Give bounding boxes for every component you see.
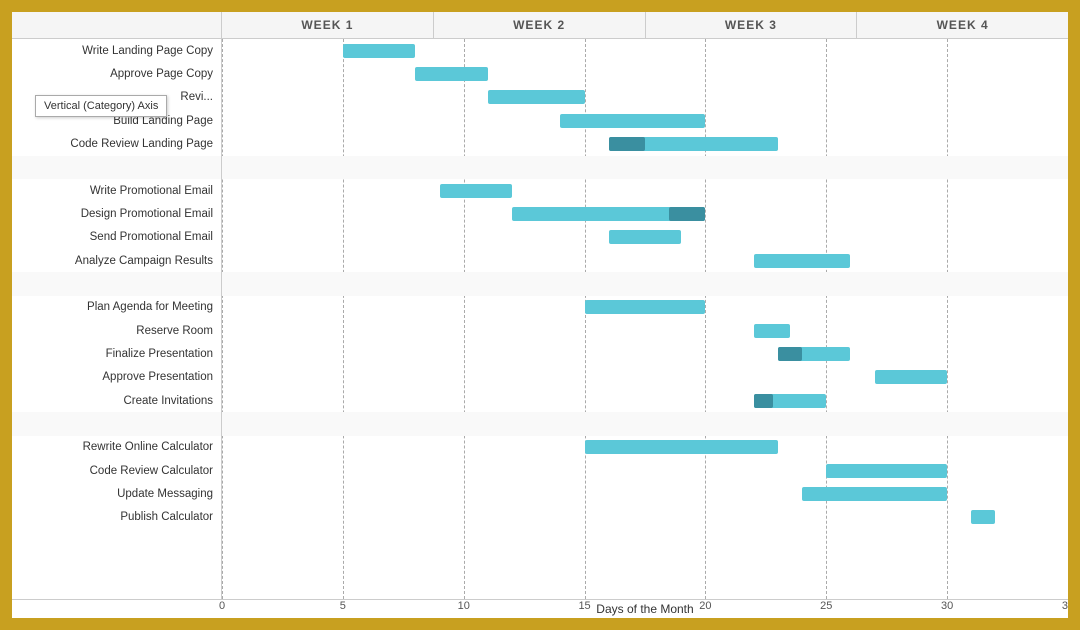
- gantt-bar-light: [488, 90, 585, 104]
- bar-row: [222, 459, 1068, 482]
- gantt-bar-light: [585, 300, 706, 314]
- bar-spacer-row: [222, 156, 1068, 179]
- gantt-bar-light: [802, 487, 947, 501]
- task-label: Write Landing Page Copy: [12, 39, 221, 62]
- week-label: WEEK 3: [646, 12, 858, 38]
- task-label: Rewrite Online Calculator: [12, 436, 221, 459]
- gantt-bar-dark: [609, 137, 645, 151]
- bar-row: [222, 249, 1068, 272]
- x-axis-spacer: [12, 600, 222, 618]
- x-tick: 15: [578, 600, 590, 612]
- gantt-bar-light: [826, 464, 947, 478]
- x-tick: 20: [699, 600, 711, 612]
- chart-body: Write Landing Page CopyApprove Page Copy…: [12, 39, 1068, 599]
- bar-row: [222, 482, 1068, 505]
- week-label: WEEK 1: [222, 12, 434, 38]
- label-spacer: [12, 412, 221, 435]
- weeks-area: WEEK 1WEEK 2WEEK 3WEEK 4: [222, 12, 1068, 38]
- task-label: Create Invitations: [12, 389, 221, 412]
- x-tick: 5: [340, 600, 346, 612]
- bar-row: [222, 86, 1068, 109]
- bar-row: [222, 39, 1068, 62]
- bars-area: [222, 39, 1068, 599]
- task-label: Approve Page Copy: [12, 62, 221, 85]
- labels-column: Write Landing Page CopyApprove Page Copy…: [12, 39, 222, 599]
- bar-row: [222, 179, 1068, 202]
- gantt-bar-light: [754, 254, 851, 268]
- week-label: WEEK 2: [434, 12, 646, 38]
- gantt-bar-light: [754, 324, 790, 338]
- task-label: Design Promotional Email: [12, 202, 221, 225]
- label-spacer: [12, 272, 221, 295]
- x-tick: 35: [1062, 600, 1070, 612]
- bar-row: [222, 62, 1068, 85]
- tooltip-box: Vertical (Category) Axis: [35, 95, 167, 117]
- task-label: Code Review Landing Page: [12, 132, 221, 155]
- bar-row: [222, 436, 1068, 459]
- x-tick: 10: [458, 600, 470, 612]
- gantt-bar-dark: [669, 207, 705, 221]
- bar-row: [222, 319, 1068, 342]
- gantt-bar-dark: [754, 394, 773, 408]
- x-axis: 05101520253035 Days of the Month: [12, 599, 1068, 618]
- task-label: Plan Agenda for Meeting: [12, 296, 221, 319]
- label-spacer: [12, 156, 221, 179]
- gantt-bar-light: [343, 44, 416, 58]
- x-tick: 30: [941, 600, 953, 612]
- bar-spacer-row: [222, 412, 1068, 435]
- task-label: Approve Presentation: [12, 366, 221, 389]
- bar-row: [222, 366, 1068, 389]
- gantt-bar-light: [560, 114, 705, 128]
- task-label: Update Messaging: [12, 482, 221, 505]
- tooltip-text: Vertical (Category) Axis: [44, 100, 158, 112]
- gantt-bar-dark: [778, 347, 802, 361]
- bar-row: [222, 109, 1068, 132]
- bar-row: [222, 342, 1068, 365]
- gantt-chart: WEEK 1WEEK 2WEEK 3WEEK 4 Write Landing P…: [10, 10, 1070, 620]
- x-tick: 25: [820, 600, 832, 612]
- bar-row: [222, 202, 1068, 225]
- gantt-bar-light: [609, 230, 682, 244]
- task-label: Write Promotional Email: [12, 179, 221, 202]
- label-col-header: [12, 12, 222, 38]
- gantt-bar-light: [875, 370, 948, 384]
- bar-spacer-row: [222, 272, 1068, 295]
- task-label: Code Review Calculator: [12, 459, 221, 482]
- gantt-bar-light: [971, 510, 995, 524]
- task-label: Analyze Campaign Results: [12, 249, 221, 272]
- bar-row: [222, 296, 1068, 319]
- bar-row: [222, 226, 1068, 249]
- task-label: Publish Calculator: [12, 506, 221, 529]
- task-label: Reserve Room: [12, 319, 221, 342]
- week-label: WEEK 4: [857, 12, 1068, 38]
- bar-row: [222, 389, 1068, 412]
- task-label: Send Promotional Email: [12, 226, 221, 249]
- task-label: Finalize Presentation: [12, 342, 221, 365]
- bar-row: [222, 132, 1068, 155]
- gantt-bar-light: [440, 184, 513, 198]
- gantt-bar-light: [585, 440, 778, 454]
- gantt-bar-light: [415, 67, 488, 81]
- week-header: WEEK 1WEEK 2WEEK 3WEEK 4: [12, 12, 1068, 39]
- x-tick: 0: [219, 600, 225, 612]
- bar-row: [222, 506, 1068, 529]
